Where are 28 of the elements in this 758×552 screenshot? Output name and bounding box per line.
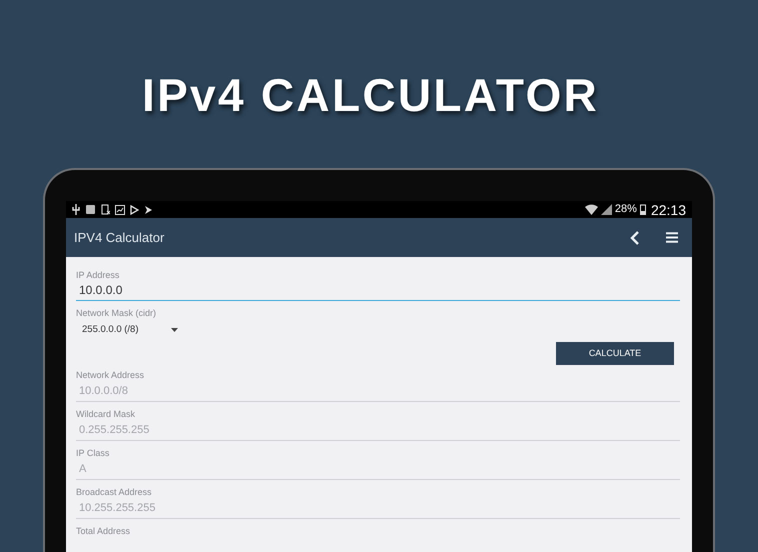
field-label: IP Class: [76, 447, 110, 460]
clock: 22:13: [650, 202, 686, 216]
battery-icon: [640, 204, 646, 215]
calculate-button[interactable]: CALCULATE: [556, 342, 674, 365]
result-field: A: [76, 461, 680, 480]
field-label: Network Address: [76, 369, 146, 382]
battery-percent: 28%: [614, 204, 637, 215]
field-label: IP Address: [76, 269, 120, 281]
ip-address-input[interactable]: 10.0.0.0: [76, 281, 680, 301]
caret-icon: [171, 328, 178, 332]
field-label: Network Mask (cidr): [76, 307, 158, 319]
signal-icon: [600, 204, 612, 215]
document-icon: [101, 204, 110, 215]
wifi-icon: [584, 204, 598, 215]
field-label: Broadcast Address: [76, 486, 153, 499]
field-label: Wildcard Mask: [76, 408, 136, 421]
usb-icon: [72, 204, 80, 215]
app-title: IPV4 Calculator: [74, 228, 164, 247]
headline: IPv4 CALCULATOR: [142, 69, 600, 121]
play-icon: [130, 204, 139, 214]
menu-icon[interactable]: [666, 232, 678, 243]
field-label: Total Address: [76, 525, 132, 538]
result-field: 0.255.255.255: [76, 422, 680, 441]
image-icon: [115, 204, 125, 214]
network-mask-dropdown[interactable]: 255.0.0.0 (/8): [82, 323, 178, 337]
back-icon[interactable]: [630, 230, 640, 244]
result-field: 10.0.0.0/8: [76, 383, 680, 402]
result-field: 10.255.255.255: [76, 500, 680, 519]
